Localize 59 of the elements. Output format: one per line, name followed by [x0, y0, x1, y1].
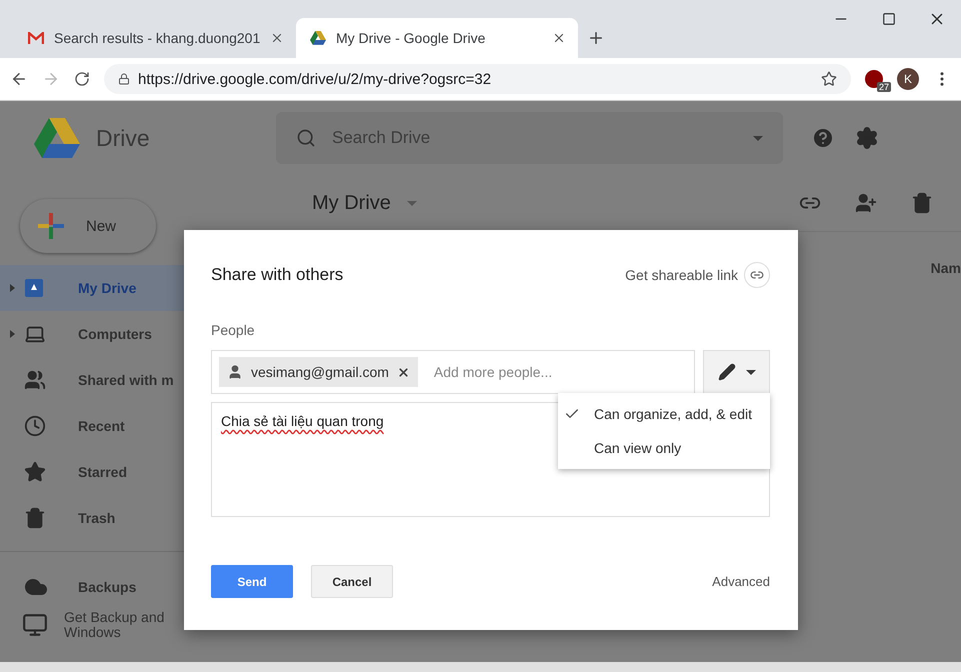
- reload-icon[interactable]: [74, 71, 90, 87]
- horizontal-scrollbar[interactable]: [0, 662, 961, 672]
- sidebar-item[interactable]: Backups: [0, 564, 184, 610]
- clock-icon: [24, 415, 46, 437]
- profile-avatar[interactable]: K: [897, 68, 919, 90]
- mail-logo-icon: [28, 32, 44, 44]
- search-icon: [296, 128, 316, 148]
- caret-icon[interactable]: [753, 136, 763, 140]
- browser-tab[interactable]: My Drive - Google Drive: [296, 18, 578, 58]
- shareable-link-button[interactable]: Get shareable link: [625, 262, 770, 288]
- expand-arrow-icon[interactable]: [10, 330, 14, 338]
- sidebar-item[interactable]: Recent: [0, 403, 184, 449]
- search-field[interactable]: Search Drive: [276, 112, 783, 164]
- column-header[interactable]: Nam: [930, 260, 961, 276]
- extension-badge: 27: [876, 82, 891, 92]
- plus-icon: [38, 213, 64, 239]
- lock-icon: [118, 73, 130, 85]
- drive-icon: [24, 278, 44, 298]
- people-icon: [24, 369, 46, 391]
- send-button[interactable]: Send: [211, 565, 293, 598]
- new-tab-icon[interactable]: [587, 29, 605, 47]
- menu-item[interactable]: Can view only: [558, 431, 770, 465]
- permission-button[interactable]: [703, 350, 770, 394]
- star-icon: [24, 461, 46, 483]
- advanced-link[interactable]: Advanced: [712, 574, 770, 589]
- sidebar-item[interactable]: Computers: [0, 311, 184, 357]
- close-icon[interactable]: [270, 31, 284, 45]
- people-field[interactable]: vesimang@gmail.com Add more people...: [211, 350, 695, 394]
- close-icon[interactable]: [552, 31, 566, 45]
- address-bar[interactable]: https://drive.google.com/drive/u/2/my-drive?ogsrc=32: [104, 64, 851, 94]
- people-label: People: [211, 322, 256, 338]
- promo-text[interactable]: Get Backup and Windows: [64, 610, 164, 640]
- new-button[interactable]: New: [20, 199, 156, 253]
- drive-logo-icon: [310, 31, 326, 45]
- back-icon[interactable]: [10, 70, 28, 88]
- pencil-icon: [718, 363, 736, 381]
- help-icon[interactable]: [811, 126, 835, 150]
- remove-icon[interactable]: [396, 366, 410, 378]
- expand-arrow-icon[interactable]: [10, 284, 14, 292]
- email-chip[interactable]: vesimang@gmail.com: [219, 357, 418, 387]
- trash-icon: [24, 507, 46, 529]
- sidebar-item[interactable]: Starred: [0, 449, 184, 495]
- maximize-icon[interactable]: [882, 12, 896, 26]
- dialog-title: Share with others: [211, 265, 344, 285]
- drive-logo-icon: [34, 118, 80, 158]
- browser-tab[interactable]: Search results - khang.duong201: [14, 18, 296, 58]
- app-name: Drive: [96, 124, 151, 152]
- sidebar-item[interactable]: My Drive: [0, 265, 184, 311]
- caret-icon: [746, 370, 756, 374]
- person-icon: [227, 364, 243, 380]
- sidebar-item[interactable]: Shared with m: [0, 357, 184, 403]
- add-person-icon[interactable]: [855, 192, 877, 214]
- sidebar-item[interactable]: Trash: [0, 495, 184, 541]
- monitor-icon: [22, 612, 48, 638]
- settings-icon[interactable]: [855, 126, 879, 150]
- cancel-button[interactable]: Cancel: [311, 565, 393, 598]
- trash-icon[interactable]: [911, 192, 933, 214]
- breadcrumb[interactable]: My Drive: [312, 192, 391, 214]
- star-icon[interactable]: [821, 71, 837, 87]
